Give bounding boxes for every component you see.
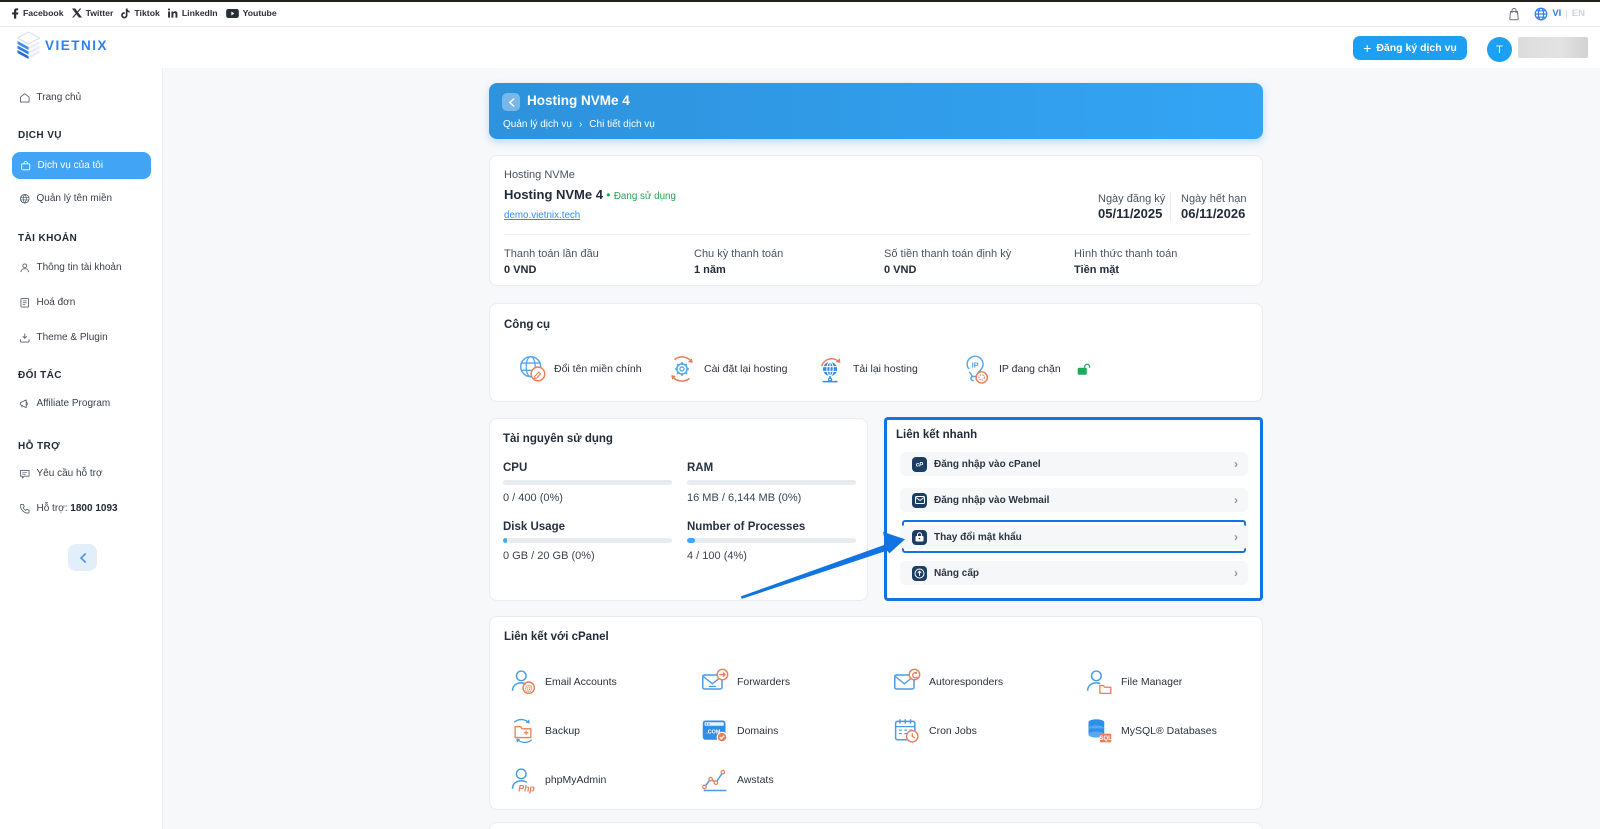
svg-text:cP: cP: [916, 462, 923, 468]
svg-text:@: @: [525, 684, 533, 693]
svg-text:SQL: SQL: [1099, 735, 1112, 742]
svg-text:Php: Php: [518, 783, 535, 793]
svg-text:IP: IP: [972, 361, 979, 370]
